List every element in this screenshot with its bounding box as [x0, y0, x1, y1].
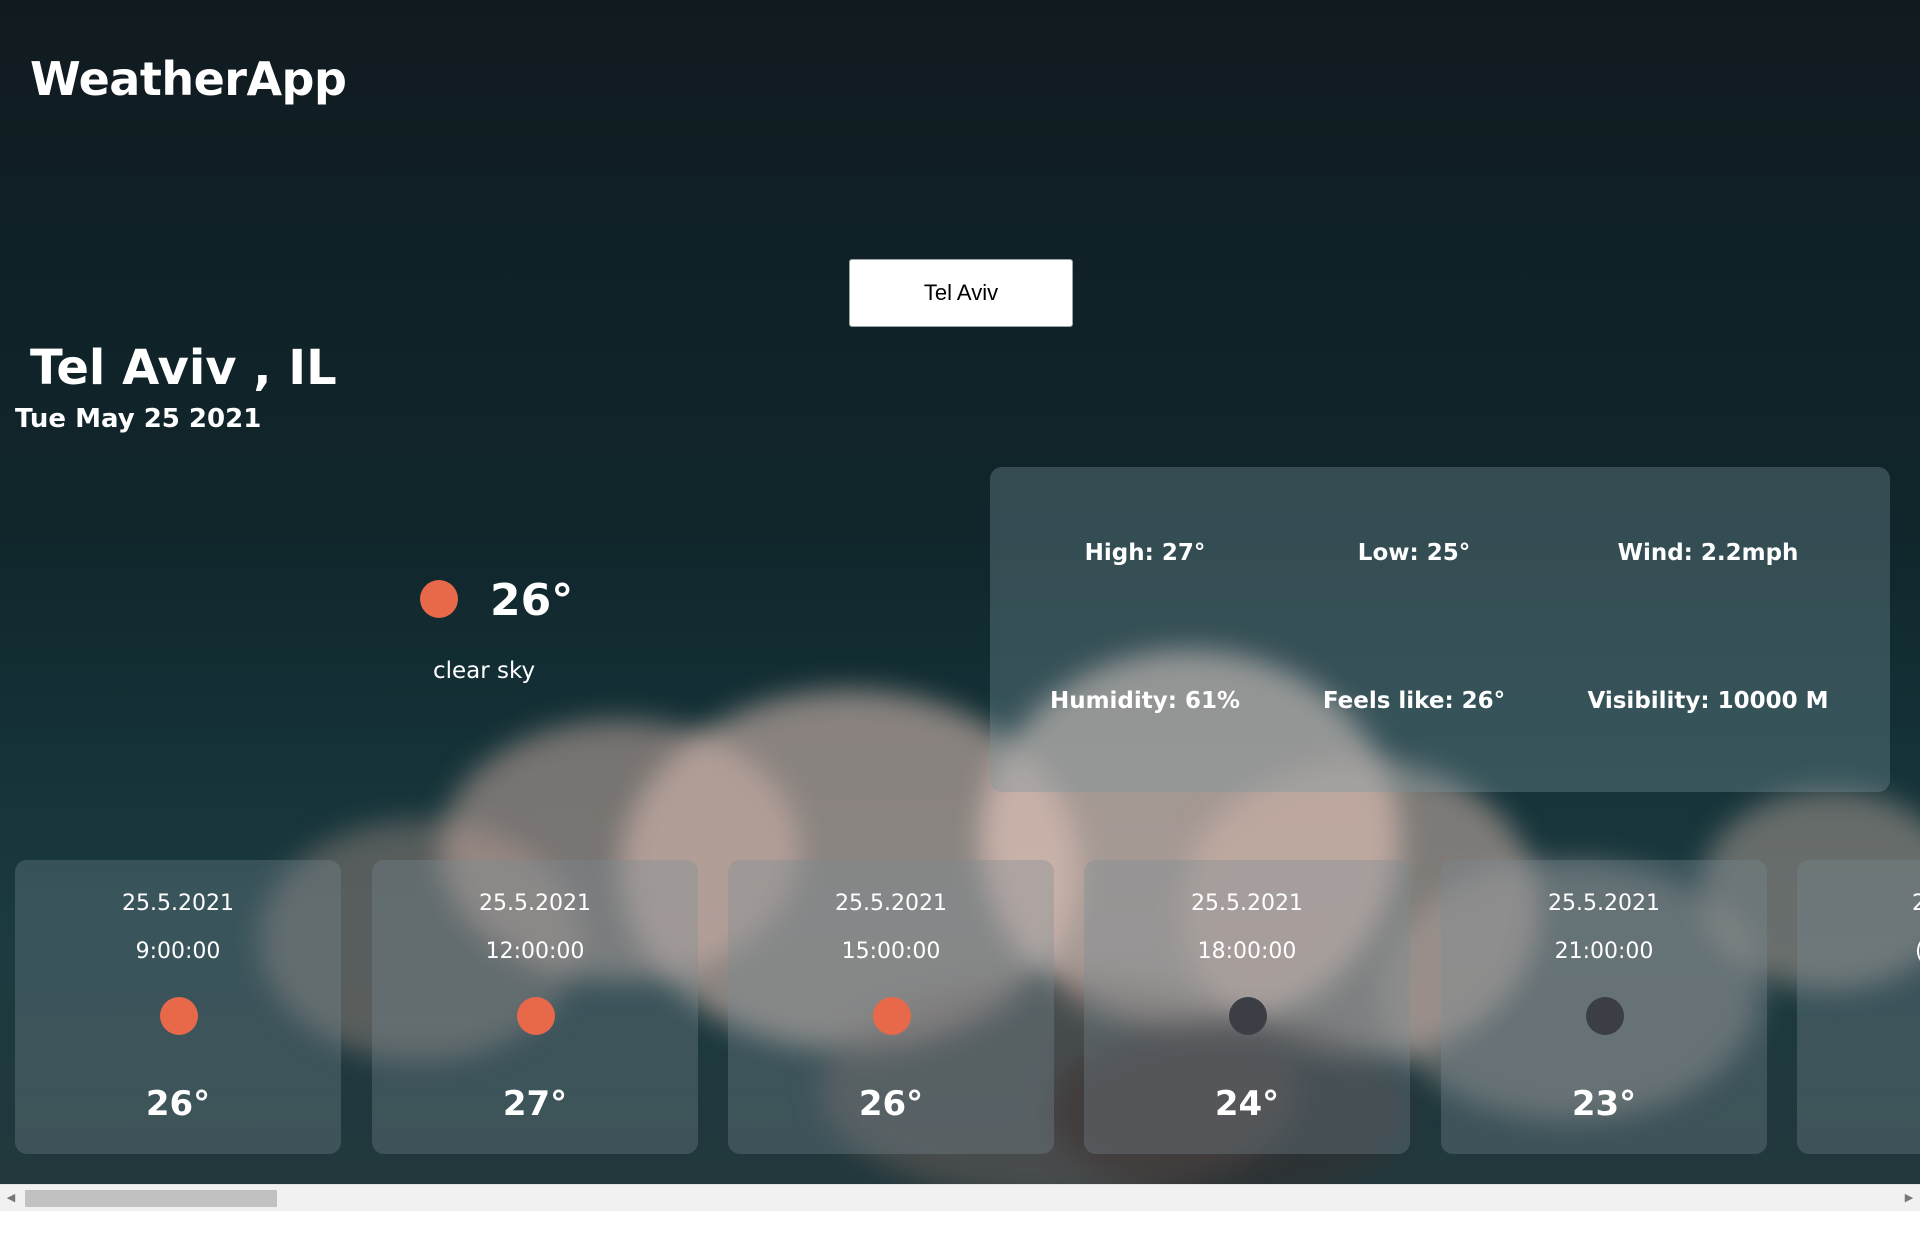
current-temperature: 26°: [490, 575, 574, 626]
forecast-time: 9:00:00: [135, 939, 221, 964]
horizontal-scrollbar[interactable]: ◀ ▶: [0, 1184, 1920, 1211]
current-description: clear sky: [433, 658, 536, 684]
sun-icon: [517, 997, 555, 1035]
stat-low: Low: 25°: [1357, 540, 1471, 566]
sun-icon: [420, 580, 458, 618]
forecast-date: 25.5.2021: [835, 891, 947, 916]
forecast-temperature: 26°: [145, 1084, 211, 1124]
forecast-card: 25.5.2021 12:00:00 27°: [372, 860, 698, 1154]
sun-icon: [873, 997, 911, 1035]
forecast-time: 21:00:00: [1554, 939, 1654, 964]
forecast-time: (: [1915, 939, 1920, 964]
scrollbar-thumb[interactable]: [25, 1190, 277, 1207]
forecast-time: 15:00:00: [841, 939, 941, 964]
stat-wind: Wind: 2.2mph: [1617, 540, 1799, 566]
stat-high: High: 27°: [1084, 540, 1206, 566]
forecast-temperature: 23°: [1571, 1084, 1637, 1124]
forecast-temperature: 27°: [502, 1084, 568, 1124]
moon-icon: [1586, 997, 1624, 1035]
forecast-date: 25.5.2021: [122, 891, 234, 916]
forecast-temperature: 26°: [858, 1084, 924, 1124]
forecast-card: 25.5.2021 9:00:00 26°: [15, 860, 341, 1154]
stat-humidity: Humidity: 61%: [1049, 688, 1241, 714]
scroll-left-arrow-icon[interactable]: ◀: [0, 1185, 22, 1211]
forecast-time: 18:00:00: [1197, 939, 1297, 964]
forecast-date: 2: [1912, 891, 1920, 916]
forecast-date: 25.5.2021: [1191, 891, 1303, 916]
background-scene: WeatherApp Tel Aviv , IL Tue May 25 2021…: [0, 0, 1920, 1184]
location-city: Tel Aviv , IL: [30, 340, 337, 396]
app-title: WeatherApp: [30, 52, 347, 106]
forecast-card-partial: 2 (: [1797, 860, 1920, 1154]
sun-icon: [160, 997, 198, 1035]
moon-icon: [1229, 997, 1267, 1035]
forecast-card: 25.5.2021 18:00:00 24°: [1084, 860, 1410, 1154]
details-panel: High: 27° Low: 25° Wind: 2.2mph Humidity…: [990, 467, 1890, 792]
forecast-time: 12:00:00: [485, 939, 585, 964]
scroll-right-arrow-icon[interactable]: ▶: [1898, 1185, 1920, 1211]
forecast-card: 25.5.2021 21:00:00 23°: [1441, 860, 1767, 1154]
city-search-input[interactable]: [849, 259, 1073, 327]
stat-visibility: Visibility: 10000 M: [1587, 688, 1829, 714]
forecast-date: 25.5.2021: [1548, 891, 1660, 916]
forecast-card: 25.5.2021 15:00:00 26°: [728, 860, 1054, 1154]
location-date: Tue May 25 2021: [15, 404, 262, 434]
forecast-date: 25.5.2021: [479, 891, 591, 916]
forecast-temperature: 24°: [1214, 1084, 1280, 1124]
stat-feels-like: Feels like: 26°: [1322, 688, 1506, 714]
